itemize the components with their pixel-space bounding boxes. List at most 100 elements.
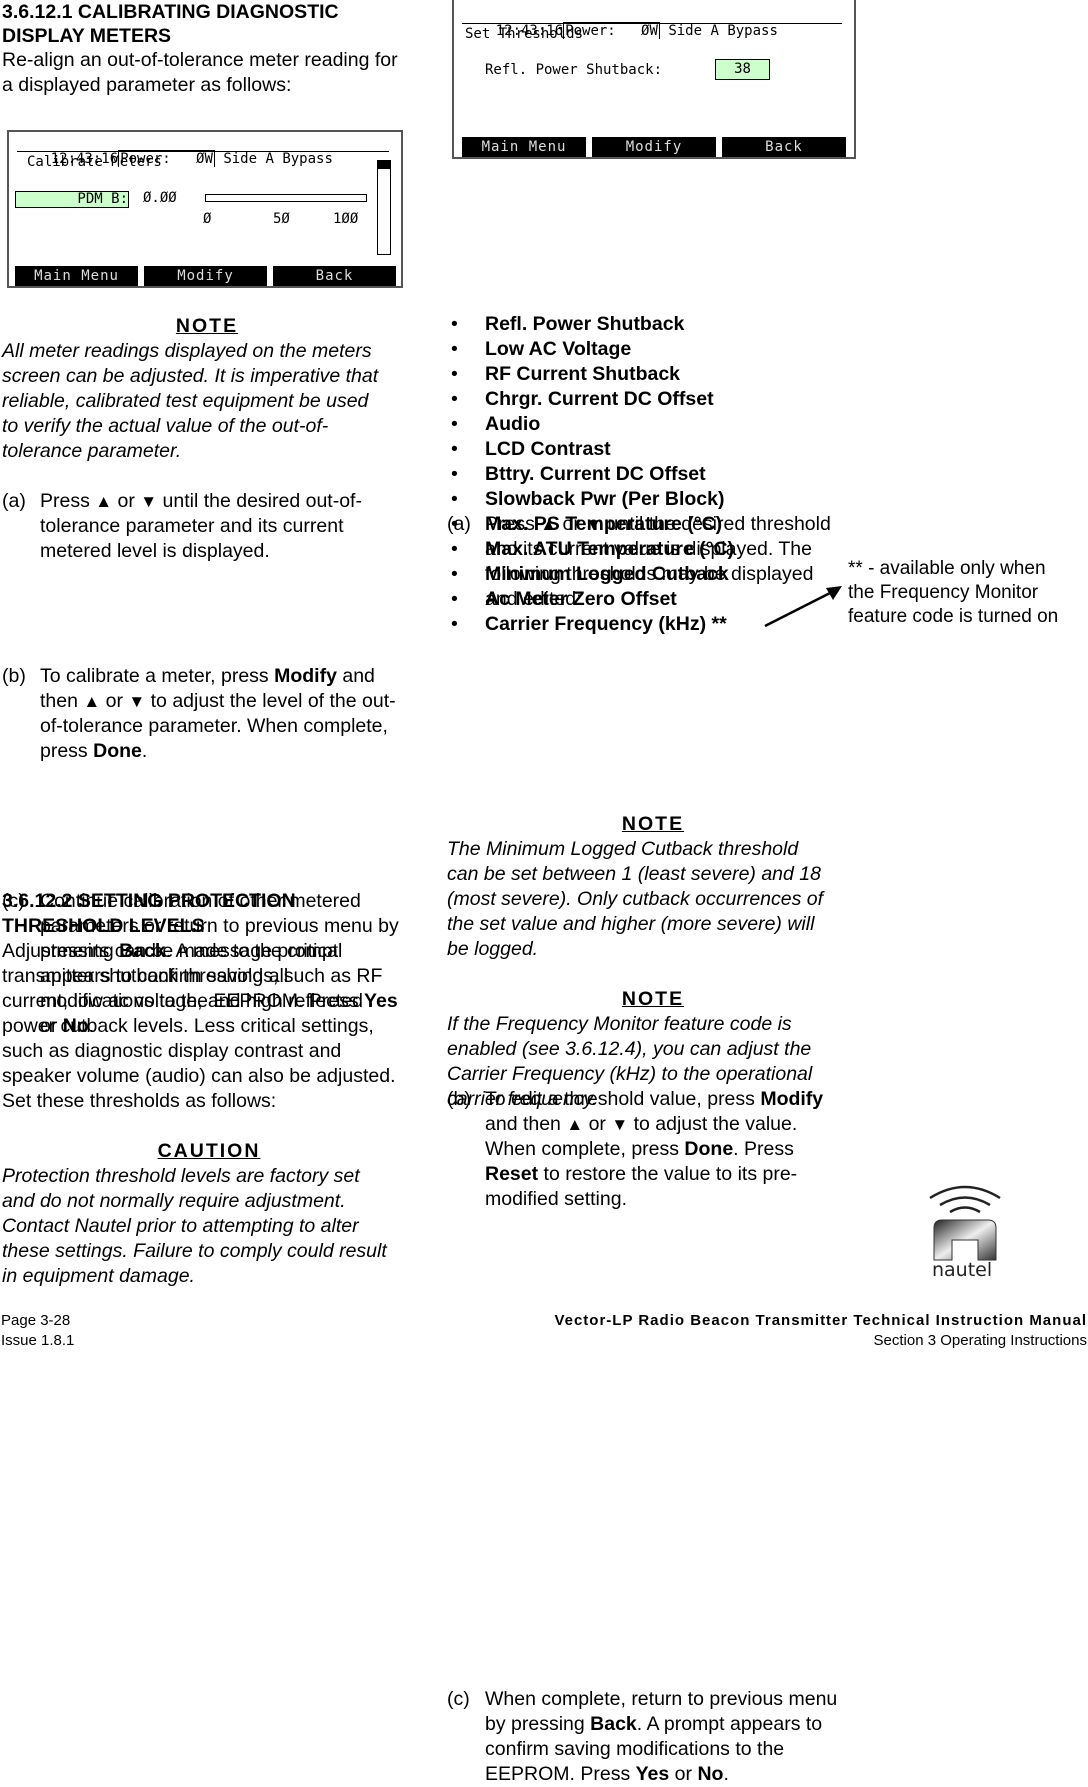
softkey-modify[interactable]: Modify — [144, 266, 267, 286]
softkey-back[interactable]: Back — [722, 137, 846, 157]
heading-line: 3.6.12.2 SETTING PROTECTION — [2, 890, 296, 912]
threshold-list-item: • Max. ATU Temperature (°C) — [447, 537, 847, 562]
bullet-icon: • — [451, 538, 458, 560]
done-keyword: Done — [93, 740, 142, 762]
threshold-list-item: • Max. PS Temperature (°C) — [447, 512, 847, 537]
threshold-label: Minimum Logged Cutback — [485, 563, 729, 585]
threshold-label: LCD Contrast — [485, 438, 611, 460]
text-line: To calibrate a meter, press Modify and — [40, 664, 460, 689]
text-line: these settings. Failure to comply could … — [2, 1240, 387, 1262]
section-title: Section 3 Operating Instructions — [873, 1332, 1087, 1349]
text-line: When complete, press Done. Press — [485, 1137, 905, 1162]
text-line: power cutback levels. Less critical sett… — [2, 1015, 374, 1037]
text: To calibrate a meter, press — [40, 665, 275, 687]
threshold-label: Slowback Pwr (Per Block) — [485, 488, 725, 510]
modify-keyword: Modify — [274, 665, 337, 687]
text-line: Press ▲ or ▼ until the desired out-of- — [40, 489, 460, 514]
note-body: The Minimum Logged Cutback threshold can… — [447, 837, 859, 962]
threshold-list-item: • Bttry. Current DC Offset — [447, 462, 847, 487]
threshold-label: Max. PS Temperature (°C) — [485, 513, 723, 535]
text: or — [100, 690, 129, 712]
threshold-list-item: • Chrgr. Current DC Offset — [447, 387, 847, 412]
threshold-label: Low AC Voltage — [485, 338, 632, 360]
text-line: then ▲ or ▼ to adjust the level of the o… — [40, 689, 460, 714]
text-line: reliable, calibrated test equipment be u… — [2, 390, 369, 412]
threshold-label: Ac Meter Zero Offset — [485, 588, 677, 610]
threshold-label: Chrgr. Current DC Offset — [485, 388, 714, 410]
lcd-meter-bar — [205, 194, 367, 202]
text: then — [40, 690, 84, 712]
threshold-list-item: • LCD Contrast — [447, 437, 847, 462]
bullet-icon: • — [451, 313, 458, 335]
text: to adjust the value. — [628, 1113, 798, 1135]
text-line: transmitter shutback thresholds, such as… — [2, 965, 383, 987]
lcd-scrollbar[interactable] — [377, 160, 391, 255]
note-minimum-logged-cutback: NOTE The Minimum Logged Cutback threshol… — [447, 812, 859, 962]
caution-box: CAUTION Protection threshold levels are … — [2, 1139, 416, 1289]
lcd-calibrate-meters-screen: 12:43:16 Power: ØW Side A Bypass Calibrat… — [7, 130, 403, 288]
text-line: by pressing Back. A prompt appears to — [485, 1712, 905, 1737]
bullet-icon: • — [451, 563, 458, 585]
note-meter-readings: NOTE All meter readings displayed on the… — [2, 314, 412, 464]
note-title: NOTE — [447, 987, 859, 1012]
threshold-list-item: • Slowback Pwr (Per Block) — [447, 487, 847, 512]
text-line: screen can be adjusted. It is imperative… — [2, 365, 379, 387]
footer-right: Vector-LP Radio Beacon Transmitter Techn… — [554, 1311, 1087, 1351]
softkey-main-menu[interactable]: Main Menu — [462, 137, 586, 157]
bullet-icon: • — [451, 488, 458, 510]
reset-keyword: Reset — [485, 1163, 539, 1185]
caution-body: Protection threshold levels are factory … — [2, 1164, 416, 1289]
section-heading-3-6-12-2: 3.6.12.2 SETTING PROTECTION THRESHOLD LE… — [2, 889, 422, 939]
lcd-mode: Side A Bypass — [223, 151, 333, 167]
text: and — [336, 665, 375, 687]
up-arrow-icon: ▲ — [95, 492, 113, 511]
heading-line: DISPLAY METERS — [2, 25, 172, 47]
text-line: the Frequency Monitor — [848, 582, 1039, 603]
text-line: tolerance parameter. — [2, 440, 182, 462]
lcd-field-value[interactable]: 38 — [715, 59, 770, 80]
text-line: and do not normally require adjustment. — [2, 1190, 346, 1212]
threshold-list-item: • Low AC Voltage — [447, 337, 847, 362]
step-label: (c) — [447, 1688, 470, 1710]
softkey-modify[interactable]: Modify — [592, 137, 716, 157]
bullet-icon: • — [451, 438, 458, 460]
text-line: carrier frequency. — [447, 1088, 598, 1110]
bullet-icon: • — [451, 513, 458, 535]
text-line: be logged. — [447, 938, 539, 960]
text: to restore the value to its pre- — [538, 1163, 798, 1185]
text-line: the set value and higher (more severe) w… — [447, 913, 815, 935]
down-arrow-icon: ▼ — [128, 692, 146, 711]
bullet-icon: • — [451, 463, 458, 485]
heading-line: 3.6.12.1 CALIBRATING DIAGNOSTIC — [2, 1, 339, 23]
up-arrow-icon: ▲ — [83, 692, 101, 711]
text: or — [669, 1763, 698, 1785]
text-line: Set these thresholds as follows: — [2, 1090, 277, 1112]
annotation-arrow-icon — [764, 586, 842, 628]
lcd-param-value: Ø.ØØ — [143, 190, 177, 206]
bullet-icon: • — [451, 588, 458, 610]
lcd-scale-tick: 5Ø — [273, 211, 290, 227]
text-line: enabled (see 3.6.12.4), you can adjust t… — [447, 1038, 812, 1060]
threshold-label: Max. ATU Temperature (°C) — [485, 538, 735, 560]
arrow-shaft — [764, 590, 833, 628]
down-arrow-icon: ▼ — [140, 492, 158, 511]
text-line: such as diagnostic display contrast and — [2, 1040, 342, 1062]
text-line: and then ▲ or ▼ to adjust the value. — [485, 1112, 905, 1137]
lcd-field-label: Refl. Power Shutback: — [485, 62, 663, 78]
text: When complete, press — [485, 1138, 685, 1160]
softkey-back[interactable]: Back — [273, 266, 396, 286]
lcd-scroll-thumb[interactable] — [378, 161, 390, 169]
text-line: press Done. — [40, 739, 460, 764]
field-value-text: 38 — [734, 61, 751, 77]
left-step-b: (b) To calibrate a meter, press Modify a… — [2, 664, 460, 764]
lcd-status-bar: 12:43:16 Power: ØW Side A Bypass — [462, 6, 842, 39]
lcd-scale-tick: Ø — [203, 211, 212, 227]
lcd-scale-tick: 1ØØ — [333, 211, 359, 227]
lcd-param-label[interactable]: PDM B: — [15, 191, 129, 208]
softkey-main-menu[interactable]: Main Menu — [15, 266, 138, 286]
footer-left: Page 3-28 Issue 1.8.1 — [1, 1311, 74, 1351]
text-line: Protection threshold levels are factory … — [2, 1165, 360, 1187]
text: . A prompt appears to — [636, 1713, 823, 1735]
text: EEPROM. Press — [485, 1763, 636, 1785]
bullet-icon: • — [451, 388, 458, 410]
